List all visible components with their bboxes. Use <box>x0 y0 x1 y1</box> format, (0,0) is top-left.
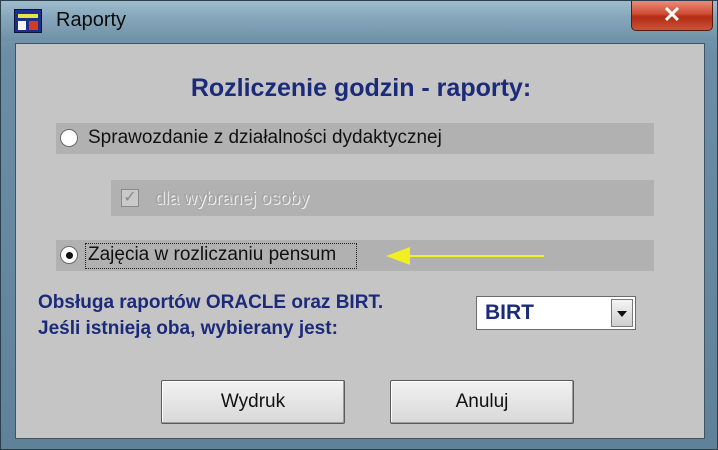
close-icon: ✕ <box>662 2 682 27</box>
print-button[interactable]: Wydruk <box>161 380 345 424</box>
radio-report1[interactable] <box>60 129 78 147</box>
cancel-button[interactable]: Anuluj <box>390 380 574 424</box>
annotation-arrow-line <box>408 255 544 257</box>
title-bar[interactable]: Raporty ✕ <box>1 1 717 41</box>
report-engine-value: BIRT <box>485 301 534 324</box>
close-button[interactable]: ✕ <box>631 1 713 31</box>
radio-report2[interactable] <box>60 246 78 264</box>
dialog-client-area: Rozliczenie godzin - raporty: Sprawozdan… <box>15 43 705 439</box>
annotation-arrow <box>386 247 410 265</box>
radio-report2-label[interactable]: Zajęcia w rozliczaniu pensum <box>88 244 336 266</box>
report1-option-row[interactable]: Sprawozdanie z działalności dydaktycznej <box>56 123 654 154</box>
report-dialog-window: Raporty ✕ Rozliczenie godzin - raporty: … <box>0 0 718 450</box>
radio-selected-dot <box>66 252 73 259</box>
engine-info-line1: Obsługa raportów ORACLE oraz BIRT. <box>38 292 384 313</box>
checkbox-icon: ✓ <box>121 189 139 207</box>
dialog-heading: Rozliczenie godzin - raporty: <box>190 74 532 102</box>
dropdown-arrow-icon[interactable] <box>611 299 633 327</box>
report2-option-row[interactable]: Zajęcia w rozliczaniu pensum <box>56 240 654 271</box>
radio-report1-label[interactable]: Sprawozdanie z działalności dydaktycznej <box>88 127 442 149</box>
engine-info-line2: Jeśli istnieją oba, wybierany jest: <box>38 318 338 339</box>
app-icon <box>14 9 42 33</box>
window-title: Raporty <box>56 9 127 31</box>
report-engine-select[interactable]: BIRT <box>476 296 636 330</box>
checkbox-person-label: dla wybranej osoby <box>155 188 310 208</box>
person-filter-row: ✓ dla wybranej osoby <box>111 180 654 216</box>
